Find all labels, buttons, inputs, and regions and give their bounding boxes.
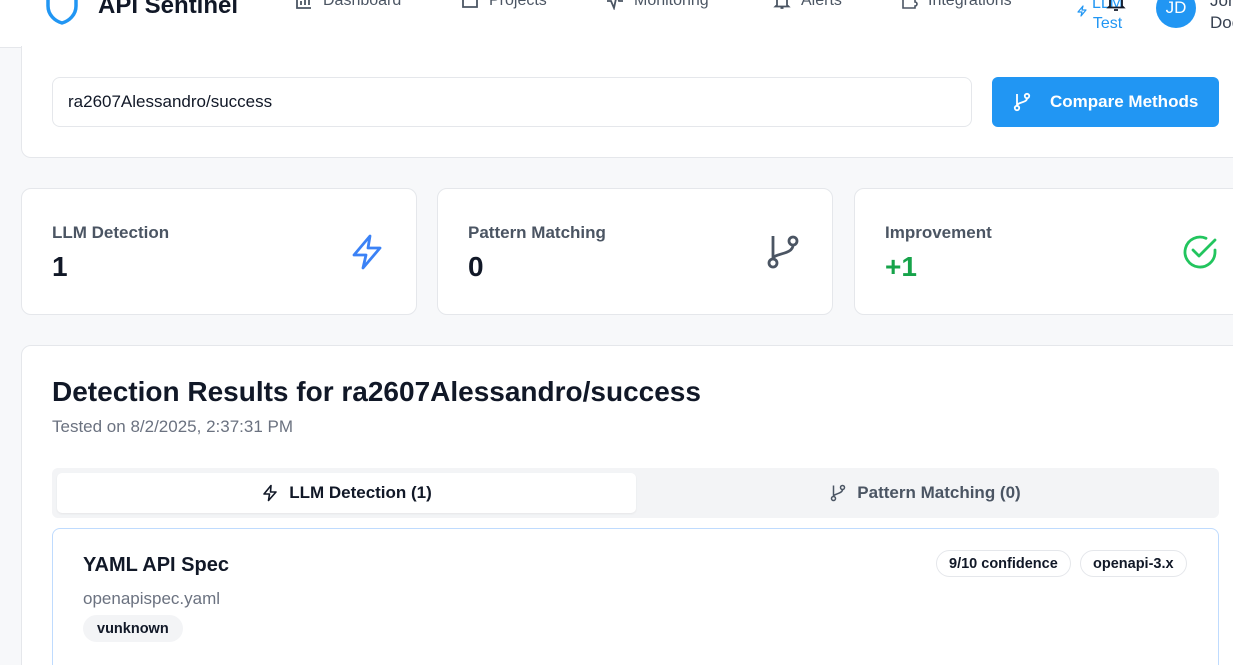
git-branch-icon — [831, 484, 846, 502]
stat-label: Improvement — [885, 223, 992, 242]
tested-on-timestamp: Tested on 8/2/2025, 2:37:31 PM — [52, 417, 294, 436]
compare-methods-button[interactable]: Compare Methods — [992, 77, 1219, 127]
tab-pattern-matching-label: Pattern Matching (0) — [857, 483, 1021, 502]
nav-integrations-label: Integrations — [928, 0, 1012, 9]
stat-value: 0 — [468, 251, 484, 282]
tab-pattern-matching[interactable]: Pattern Matching (0) — [636, 473, 1214, 513]
nav-monitoring-label: Monitoring — [634, 0, 709, 9]
shield-logo-icon — [46, 0, 78, 25]
tab-llm-detection[interactable]: LLM Detection (1) — [57, 473, 636, 513]
activity-icon — [607, 0, 623, 10]
nav-integrations[interactable]: Integrations — [900, 0, 1012, 10]
result-filename: openapispec.yaml — [83, 589, 221, 608]
results-tabs: LLM Detection (1) Pattern Matching (0) — [52, 468, 1219, 518]
compare-methods-label: Compare Methods — [1050, 92, 1199, 111]
git-branch-icon — [767, 235, 799, 269]
stat-card-llm-detection: LLM Detection 1 — [21, 188, 417, 315]
results-title: Detection Results for ra2607Alessandro/s… — [52, 376, 701, 407]
stat-label: Pattern Matching — [468, 223, 606, 242]
check-circle-icon — [1183, 235, 1217, 269]
nav-projects[interactable]: Projects — [461, 0, 547, 10]
repository-input[interactable] — [52, 77, 972, 127]
notifications-bell-icon[interactable] — [1106, 0, 1126, 14]
stat-label: LLM Detection — [52, 223, 170, 242]
nav-dashboard-label: Dashboard — [323, 0, 402, 9]
nav-projects-label: Projects — [489, 0, 547, 9]
version-badge: vunknown — [83, 615, 183, 642]
result-title: YAML API Spec — [83, 554, 229, 576]
top-navigation-bar: API Sentinel Dashboard Projects Monitori… — [0, 0, 1233, 58]
zap-icon — [263, 484, 277, 502]
bar-chart-icon — [296, 0, 311, 9]
nav-alerts[interactable]: Alerts — [773, 0, 842, 10]
stat-card-pattern-matching: Pattern Matching 0 — [437, 188, 833, 315]
nav-alerts-label: Alerts — [801, 0, 842, 9]
puzzle-icon — [902, 0, 918, 9]
tab-llm-detection-label: LLM Detection (1) — [289, 483, 432, 502]
git-branch-icon — [1013, 92, 1031, 112]
user-avatar[interactable]: JD — [1156, 0, 1196, 28]
brand[interactable]: API Sentinel — [44, 0, 238, 26]
format-badge: openapi-3.x — [1080, 550, 1187, 577]
user-name: John Doe — [1210, 0, 1233, 32]
zap-icon — [352, 234, 382, 270]
bell-icon — [773, 0, 791, 9]
detection-result-item[interactable]: YAML API Spec openapispec.yaml 9/10 conf… — [52, 528, 1219, 665]
nav-dashboard[interactable]: Dashboard — [295, 0, 401, 10]
brand-name: API Sentinel — [98, 0, 239, 19]
confidence-badge: 9/10 confidence — [936, 550, 1071, 577]
nav-monitoring[interactable]: Monitoring — [606, 0, 709, 10]
stat-value: +1 — [885, 251, 917, 282]
folder-icon — [462, 0, 478, 8]
stat-value: 1 — [52, 251, 68, 282]
stat-card-improvement: Improvement +1 — [854, 188, 1233, 315]
zap-icon — [1077, 5, 1087, 17]
